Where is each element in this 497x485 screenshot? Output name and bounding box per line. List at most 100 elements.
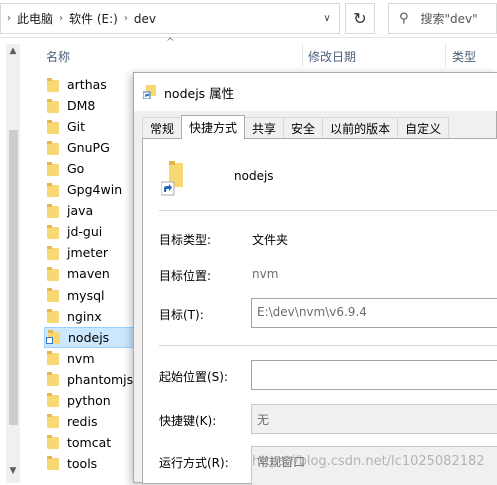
tab-label: 共享 bbox=[252, 122, 277, 136]
folder-icon bbox=[47, 119, 59, 134]
folder-icon bbox=[47, 393, 59, 408]
file-name: arthas bbox=[67, 77, 107, 92]
list-item[interactable]: phantomjs bbox=[44, 369, 134, 390]
refresh-icon: ↻ bbox=[353, 9, 367, 28]
folder-shortcut-icon bbox=[46, 330, 60, 345]
nav-pane-scroll-thumb[interactable] bbox=[9, 130, 18, 425]
list-item[interactable]: nvm bbox=[44, 348, 134, 369]
list-item[interactable]: mysql bbox=[44, 285, 134, 306]
list-item[interactable]: nodejs bbox=[44, 326, 134, 348]
properties-dialog: nodejs 属性 常规 快捷方式 共享 安全 以前的版本 自定义 nodejs… bbox=[133, 72, 497, 485]
dialog-tabs: 常规 快捷方式 共享 安全 以前的版本 自定义 bbox=[142, 115, 450, 139]
column-header-name[interactable]: 名称 bbox=[46, 48, 70, 65]
start-in-input[interactable] bbox=[251, 360, 497, 390]
tab-label: 安全 bbox=[291, 122, 316, 136]
list-item[interactable]: java bbox=[44, 200, 134, 221]
list-item[interactable]: jd-gui bbox=[44, 221, 134, 242]
file-name: Git bbox=[67, 119, 86, 135]
address-history-dropdown-icon[interactable]: ∨ bbox=[313, 3, 341, 34]
breadcrumb-dev[interactable]: dev bbox=[134, 12, 156, 26]
list-item[interactable]: Gpg4win bbox=[44, 179, 134, 200]
file-name: DM8 bbox=[67, 98, 96, 114]
file-name: phantomjs bbox=[67, 371, 134, 387]
tab-customize[interactable]: 自定义 bbox=[397, 117, 450, 139]
tab-previous-versions[interactable]: 以前的版本 bbox=[322, 117, 399, 139]
folder-icon bbox=[47, 245, 59, 260]
column-header-modified[interactable]: 修改日期 bbox=[308, 48, 356, 65]
hotkey-input[interactable]: 无 bbox=[251, 404, 497, 434]
run-label: 运行方式(R): bbox=[159, 456, 229, 470]
file-name: Go bbox=[67, 161, 85, 177]
tab-security[interactable]: 安全 bbox=[283, 117, 324, 139]
address-toolbar: › 此电脑 › 软件 (E:) › dev ∨ ↻ ⚲ 搜索"dev" bbox=[0, 0, 497, 38]
file-name: jd-gui bbox=[67, 224, 103, 240]
folder-icon bbox=[47, 372, 59, 387]
file-name: tomcat bbox=[67, 434, 112, 450]
folder-icon bbox=[47, 414, 59, 429]
tab-label: 以前的版本 bbox=[330, 122, 391, 136]
tab-sharing[interactable]: 共享 bbox=[244, 117, 285, 139]
list-item[interactable]: Git bbox=[44, 116, 134, 137]
folder-icon bbox=[47, 224, 59, 239]
target-location-label: 目标位置: bbox=[159, 269, 212, 283]
folder-icon bbox=[47, 456, 59, 471]
tab-shortcut[interactable]: 快捷方式 bbox=[181, 115, 246, 139]
scroll-down-icon[interactable]: ▼ bbox=[6, 466, 20, 480]
file-name: jmeter bbox=[67, 245, 109, 261]
search-icon: ⚲ bbox=[399, 11, 409, 26]
search-box[interactable]: ⚲ 搜索"dev" bbox=[388, 3, 497, 34]
target-input[interactable]: E:\dev\nvm\v6.9.4 bbox=[251, 298, 497, 328]
divider bbox=[159, 210, 497, 211]
tab-general[interactable]: 常规 bbox=[142, 117, 183, 139]
list-item[interactable]: maven bbox=[44, 263, 134, 284]
file-name: python bbox=[67, 392, 111, 408]
list-item[interactable]: tomcat bbox=[44, 432, 134, 453]
folder-icon bbox=[47, 77, 59, 92]
breadcrumb-this-pc[interactable]: 此电脑 bbox=[17, 10, 53, 27]
column-divider[interactable] bbox=[302, 44, 303, 66]
folder-icon bbox=[47, 266, 59, 281]
file-name: nodejs bbox=[68, 329, 110, 345]
folder-shortcut-icon bbox=[143, 85, 156, 99]
folder-icon bbox=[47, 351, 59, 366]
search-placeholder: 搜索"dev" bbox=[420, 12, 478, 26]
target-location-value: nvm bbox=[252, 267, 279, 281]
refresh-button[interactable]: ↻ bbox=[345, 3, 375, 34]
divider bbox=[159, 345, 497, 346]
hotkey-label: 快捷键(K): bbox=[159, 414, 217, 428]
folder-icon bbox=[47, 182, 59, 197]
tab-label: 常规 bbox=[150, 122, 175, 136]
list-item[interactable]: GnuPG bbox=[44, 137, 134, 158]
column-header-type[interactable]: 类型 bbox=[452, 48, 476, 65]
file-name: nvm bbox=[67, 350, 95, 366]
chevron-right-icon[interactable]: › bbox=[124, 13, 128, 24]
chevron-right-icon[interactable]: › bbox=[59, 13, 63, 24]
column-divider[interactable] bbox=[445, 44, 446, 66]
list-item[interactable]: arthas bbox=[44, 74, 134, 95]
shortcut-arrow-icon bbox=[46, 337, 53, 345]
folder-icon bbox=[47, 98, 59, 113]
list-item[interactable]: nginx bbox=[44, 306, 134, 327]
shortcut-tab-panel: nodejs 目标类型: 文件夹 目标位置: nvm 目标(T): E:\dev… bbox=[142, 138, 497, 485]
dialog-title: nodejs 属性 bbox=[164, 85, 235, 101]
folder-icon bbox=[47, 435, 59, 450]
scroll-up-icon[interactable]: ▲ bbox=[6, 46, 20, 60]
dialog-title-bar[interactable]: nodejs 属性 bbox=[134, 73, 497, 111]
list-item[interactable]: DM8 bbox=[44, 95, 134, 116]
list-item[interactable]: redis bbox=[44, 411, 134, 432]
list-item[interactable]: python bbox=[44, 390, 134, 411]
folder-icon bbox=[47, 309, 59, 324]
file-name: java bbox=[67, 203, 94, 219]
sort-ascending-icon: ^ bbox=[166, 37, 175, 48]
list-item[interactable]: tools bbox=[44, 453, 134, 474]
file-name: tools bbox=[67, 455, 98, 471]
chevron-right-icon[interactable]: › bbox=[7, 13, 11, 24]
target-type-value: 文件夹 bbox=[252, 233, 289, 247]
breadcrumb-drive-e[interactable]: 软件 (E:) bbox=[69, 10, 118, 27]
address-bar[interactable]: › 此电脑 › 软件 (E:) › dev bbox=[0, 3, 340, 34]
list-item[interactable]: Go bbox=[44, 158, 134, 179]
shortcut-name[interactable]: nodejs bbox=[234, 169, 274, 183]
folder-shortcut-large-icon bbox=[161, 161, 183, 196]
list-item[interactable]: jmeter bbox=[44, 242, 134, 263]
target-label: 目标(T): bbox=[159, 308, 204, 322]
